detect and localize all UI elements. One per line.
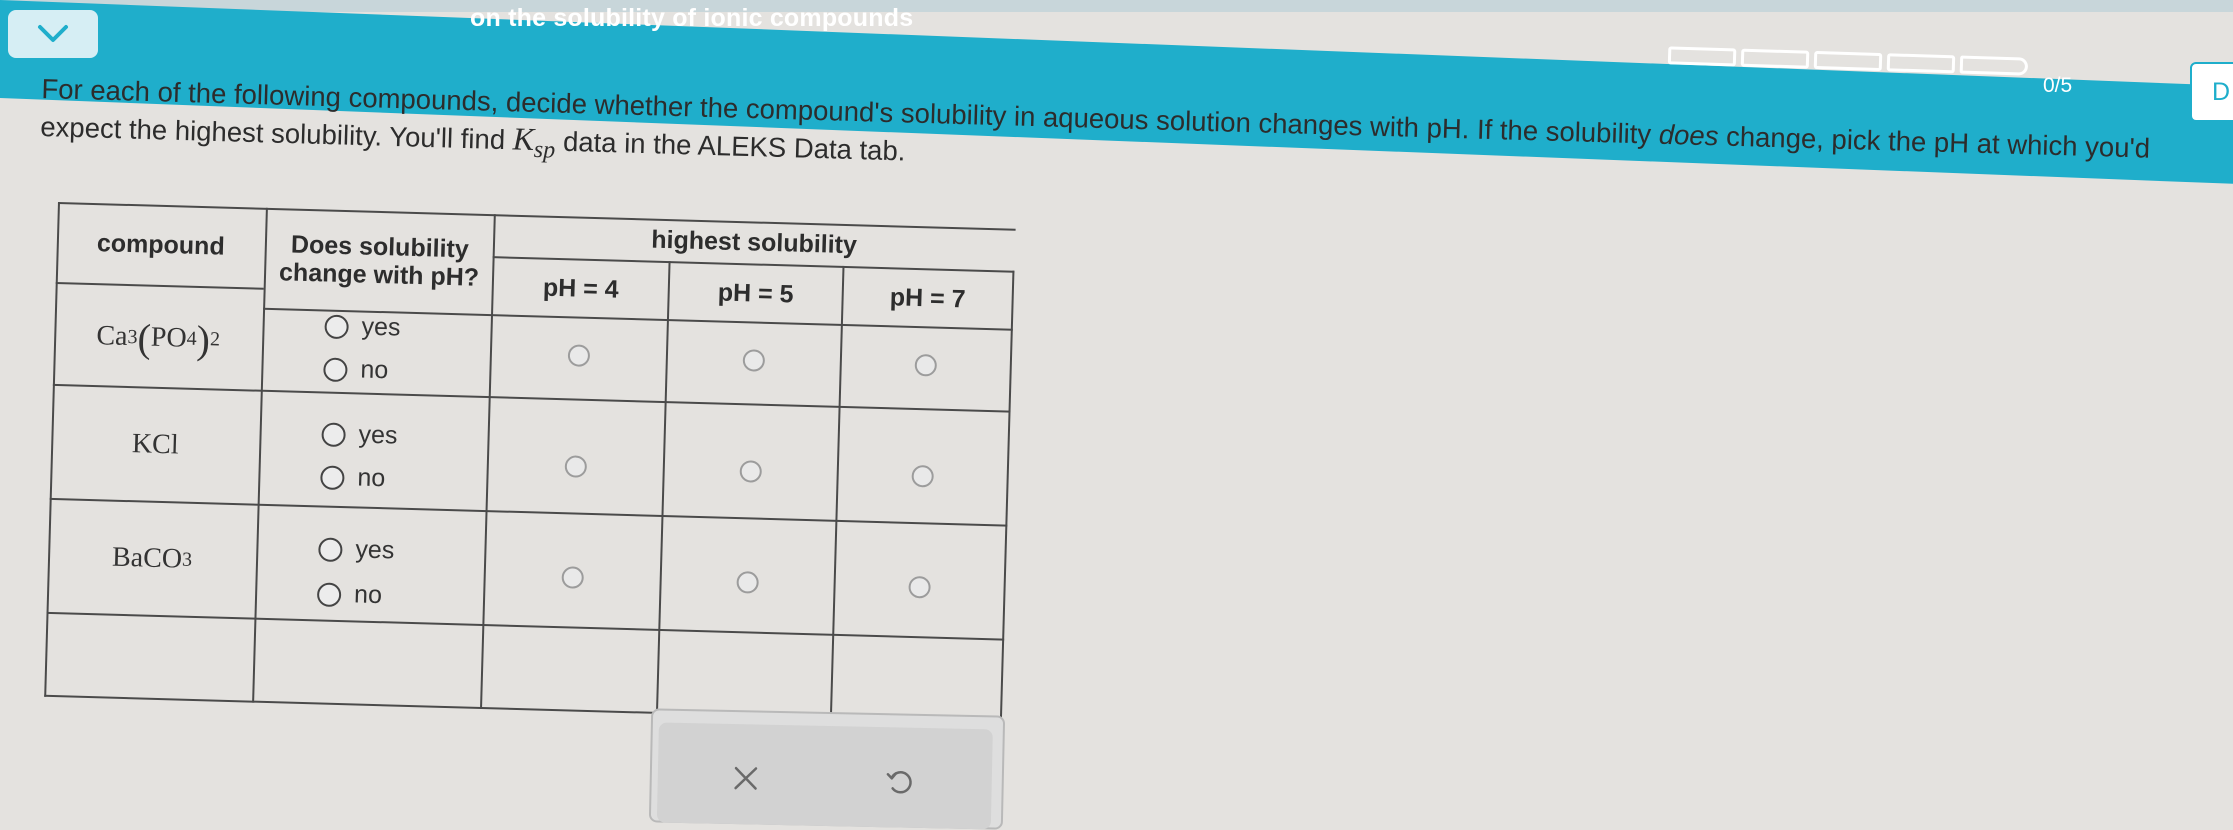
progress-segment [1886, 53, 1956, 74]
radio-circle[interactable] [324, 313, 349, 339]
radio-label: yes [358, 420, 398, 450]
radio-circle[interactable] [318, 536, 343, 562]
radio-no-baco3[interactable]: no [316, 579, 383, 610]
radio-yes-baco3[interactable]: yes [318, 534, 395, 565]
compound-ca3po42: Ca 3(PO 4) 2 [96, 314, 221, 362]
radio-label: yes [355, 535, 395, 565]
instructions-emphasis: does [1658, 118, 1719, 152]
progress-segment [1667, 46, 1737, 67]
solubility-table: compound Does solubility change with pH?… [44, 202, 1016, 724]
radio-yes-ca3po42[interactable]: yes [324, 311, 401, 342]
radio-label: no [353, 580, 383, 610]
header-ph-5: pH = 5 [717, 278, 794, 309]
radio-yes-kcl[interactable]: yes [321, 419, 398, 450]
user-avatar[interactable]: D [2190, 62, 2233, 122]
undo-icon [886, 771, 912, 794]
progress-count: 0/5 [2043, 74, 2073, 97]
answer-action-bar [648, 708, 1006, 830]
radio-label: no [357, 463, 386, 493]
clear-button[interactable] [725, 758, 766, 799]
header-changes-with-ph: Does solubility change with pH? [278, 230, 480, 292]
instructions-text: data in the ALEKS Data tab. [555, 125, 906, 167]
undo-button[interactable] [879, 761, 920, 802]
radio-label: no [360, 355, 389, 385]
radio-no-kcl[interactable]: no [320, 462, 386, 493]
radio-circle[interactable] [316, 581, 342, 607]
radio-circle[interactable] [321, 421, 346, 447]
action-bar-inner [656, 722, 993, 830]
progress-segment [1959, 55, 2029, 76]
header-ph-4: pH = 4 [542, 273, 620, 304]
ksp-sub: sp [533, 136, 556, 164]
top-edge [0, 0, 2233, 12]
collapse-button[interactable] [8, 10, 98, 58]
x-icon [734, 766, 758, 790]
header-ph-7: pH = 7 [889, 283, 966, 314]
topic-title: on the solubility of ionic compounds [470, 4, 914, 32]
radio-circle[interactable] [323, 356, 348, 382]
ksp-main: K [512, 120, 535, 157]
compound-kcl: KCl [131, 428, 180, 461]
radio-circle[interactable] [320, 464, 345, 490]
header-compound: compound [96, 229, 226, 261]
ksp-symbol: Ksp [512, 120, 556, 163]
radio-label: yes [361, 312, 401, 342]
progress-segment [1813, 50, 1883, 72]
radio-no-ca3po42[interactable]: no [323, 354, 389, 385]
chevron-down-icon [38, 25, 68, 42]
compound-baco3: BaCO 3 [111, 541, 193, 575]
progress-segment [1740, 48, 1810, 69]
